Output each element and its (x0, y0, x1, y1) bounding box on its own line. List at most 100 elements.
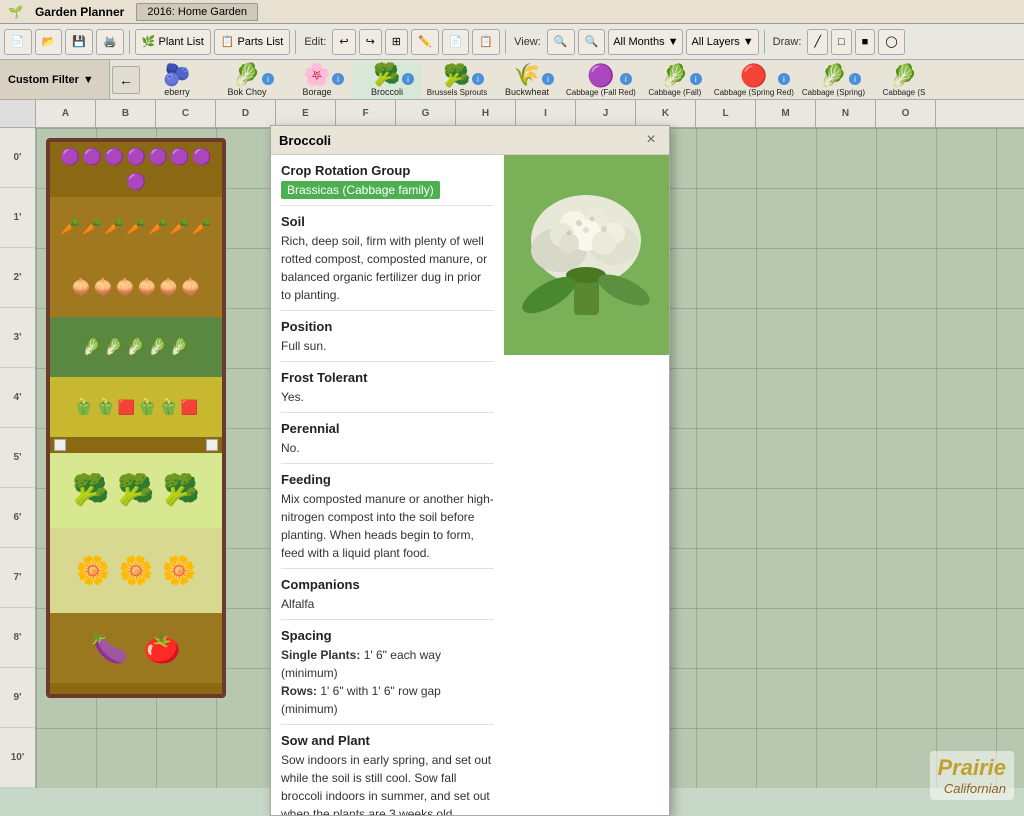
cabbage-fall-info-badge: i (690, 73, 702, 85)
col-header-K: K (636, 100, 696, 127)
veg-2-4: 🥕 (126, 217, 146, 237)
months-dropdown[interactable]: All Months ▼ (608, 29, 683, 55)
zoom-in-button[interactable]: 🔍 (547, 29, 575, 55)
paste-button[interactable]: 📋 (472, 29, 500, 55)
broccoli-icon: 🥦 (373, 64, 400, 86)
plant-item-cabbage-spring-red[interactable]: 🔴 Cabbage (Spring Red) i (710, 63, 798, 99)
veg-1-1: 🟣 (60, 147, 80, 167)
redo-button[interactable]: ↪ (359, 29, 382, 55)
col-header-C: C (156, 100, 216, 127)
row-10: 10' (0, 728, 35, 788)
veg-5-5: 🫑 (159, 397, 179, 417)
custom-filter[interactable]: Custom Filter ▼ (0, 60, 110, 99)
plant-item-brussels[interactable]: 🥦 Brussels Sprouts i (422, 63, 492, 99)
perennial-value: No. (281, 439, 494, 457)
bed-row-3: 🧅 🧅 🧅 🧅 🧅 🧅 (50, 257, 222, 317)
plant-nav-back[interactable]: ← (112, 66, 140, 94)
plant-item-buckwheat[interactable]: 🌾 Buckwheat i (492, 62, 562, 99)
window-tab[interactable]: 2016: Home Garden (136, 3, 258, 21)
undo-button[interactable]: ↩ (332, 29, 355, 55)
brussels-icon: 🥦 (443, 65, 470, 87)
draw-label: Draw: (770, 36, 805, 48)
veg-5-6: 🟥 (181, 399, 198, 416)
select-button[interactable]: ⊞ (385, 29, 408, 55)
cabbage-s-icon: 🥬 (890, 65, 917, 87)
veg-8-2: 🍅 (144, 631, 181, 666)
cabbage-s-label: Cabbage (S (883, 88, 926, 97)
veg-5-3: 🟥 (118, 399, 135, 416)
crop-rotation-section: Crop Rotation Group Brassicas (Cabbage f… (281, 163, 494, 206)
parts-list-icon: 📋 (221, 35, 235, 48)
tab-label: 2016: Home Garden (147, 6, 247, 18)
resize-handle-right[interactable] (206, 439, 218, 451)
modal-close-button[interactable]: × (641, 130, 661, 150)
paint-button[interactable]: ✏️ (411, 29, 439, 55)
col-header-corner (0, 100, 36, 127)
plant-items-list: 🫐 eberry 🥬 Bok Choy i 🌸 Borage i 🥦 Brocc… (142, 60, 1024, 99)
copy-button[interactable]: 📄 (442, 29, 470, 55)
frost-value: Yes. (281, 388, 494, 406)
veg-2-6: 🥕 (170, 217, 190, 237)
borage-icon: 🌸 (303, 64, 330, 86)
plant-item-bok-choy[interactable]: 🥬 Bok Choy i (212, 62, 282, 99)
save-button[interactable]: 💾 (65, 29, 93, 55)
col-header-J: J (576, 100, 636, 127)
plant-item-cabbage-s[interactable]: 🥬 Cabbage (S (869, 63, 939, 99)
parts-list-button[interactable]: 📋 Parts List (214, 29, 291, 55)
ellipse-button[interactable]: ◯ (878, 29, 904, 55)
col-header-H: H (456, 100, 516, 127)
veg-1-3: 🟣 (104, 147, 124, 167)
modal-title: Broccoli (279, 133, 331, 148)
resize-handle-left[interactable] (54, 439, 66, 451)
edit-label: Edit: (301, 36, 329, 48)
cabbage-fall-label: Cabbage (Fall) (648, 88, 701, 97)
fill-button[interactable]: ■ (855, 29, 876, 55)
plant-list-icon: 🌿 (142, 35, 156, 48)
plant-list-button[interactable]: 🌿 Plant List (135, 29, 211, 55)
bed-row-6: 🥦 🥦 🥦 (50, 453, 222, 528)
zoom-out-button[interactable]: 🔍 (578, 29, 606, 55)
blueberry-icon: 🫐 (163, 64, 190, 86)
crop-rotation-value: Brassicas (Cabbage family) (281, 181, 494, 199)
sow-value: Sow indoors in early spring, and set out… (281, 751, 494, 815)
veg-4-4: 🥬 (148, 337, 168, 357)
separator-3 (505, 30, 506, 54)
veg-1-6: 🟣 (170, 147, 190, 167)
soil-section: Soil Rich, deep soil, firm with plenty o… (281, 214, 494, 311)
soil-value: Rich, deep soil, firm with plenty of wel… (281, 232, 494, 304)
row-6: 6' (0, 488, 35, 548)
open-button[interactable]: 📂 (35, 29, 63, 55)
custom-filter-label: Custom Filter (8, 74, 79, 86)
cabbage-spring-red-info-badge: i (778, 73, 790, 85)
col-header-E: E (276, 100, 336, 127)
plant-item-broccoli[interactable]: 🥦 Broccoli i (352, 62, 422, 99)
print-button[interactable]: 🖨️ (96, 29, 124, 55)
new-button[interactable]: 📄 (4, 29, 32, 55)
brussels-info-badge: i (472, 73, 484, 85)
borage-info-badge: i (332, 73, 344, 85)
veg-2-3: 🥕 (104, 217, 124, 237)
bed-row-5: 🫑 🫑 🟥 🫑 🫑 🟥 (50, 377, 222, 437)
plant-item-cabbage-fall-red[interactable]: 🟣 Cabbage (Fall Red) i (562, 63, 640, 99)
line-tool-button[interactable]: ╱ (807, 29, 828, 55)
plant-item-cabbage-fall[interactable]: 🥬 Cabbage (Fall) i (640, 63, 710, 99)
feeding-heading: Feeding (281, 472, 494, 487)
spacing-heading: Spacing (281, 628, 494, 643)
info-panel-left[interactable]: Crop Rotation Group Brassicas (Cabbage f… (271, 155, 504, 815)
feeding-section: Feeding Mix composted manure or another … (281, 472, 494, 569)
plant-item-blueberry[interactable]: 🫐 eberry (142, 62, 212, 99)
sow-section: Sow and Plant Sow indoors in early sprin… (281, 733, 494, 815)
parts-list-label: Parts List (237, 36, 283, 48)
cabbage-fall-red-info-badge: i (620, 73, 632, 85)
spacing-rows-bold: Rows: (281, 684, 317, 698)
cabbage-spring-icon: 🥬 (820, 65, 847, 87)
plant-item-cabbage-spring[interactable]: 🥬 Cabbage (Spring) i (798, 63, 869, 99)
layers-dropdown[interactable]: All Layers ▼ (686, 29, 758, 55)
plant-list-label: Plant List (159, 36, 204, 48)
spacing-rows: Rows: 1' 6" with 1' 6" row gap (minimum) (281, 682, 494, 718)
companions-value: Alfalfa (281, 595, 494, 613)
veg-1-8: 🟣 (126, 172, 146, 192)
plant-item-borage[interactable]: 🌸 Borage i (282, 62, 352, 99)
frost-heading: Frost Tolerant (281, 370, 494, 385)
rect-tool-button[interactable]: □ (831, 29, 852, 55)
